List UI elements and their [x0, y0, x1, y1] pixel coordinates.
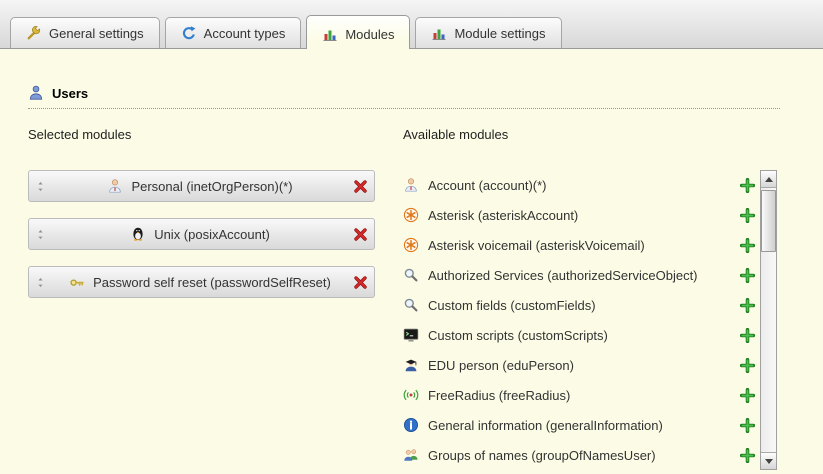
- available-module-row: General information (generalInformation): [403, 410, 755, 440]
- available-module-label: Custom fields (customFields): [428, 298, 596, 313]
- tab-label: Module settings: [454, 26, 545, 41]
- available-module-label: Authorized Services (authorizedServiceOb…: [428, 268, 698, 283]
- available-modules-label: Available modules: [403, 127, 777, 142]
- section-title: Users: [52, 86, 88, 101]
- available-module-label: FreeRadius (freeRadius): [428, 388, 570, 403]
- section-users-header: Users: [28, 85, 780, 109]
- available-module-label: Account (account)(*): [428, 178, 547, 193]
- account-types-icon: [181, 25, 197, 41]
- selected-modules-label: Selected modules: [28, 127, 375, 142]
- tab-modules[interactable]: Modules: [306, 15, 410, 49]
- magnifier-icon: [403, 267, 419, 283]
- scrollbar-down-button[interactable]: [761, 452, 776, 469]
- tab-general-settings[interactable]: General settings: [10, 17, 160, 48]
- tab-label: General settings: [49, 26, 144, 41]
- drag-handle-icon[interactable]: [35, 275, 47, 290]
- modules-chart-icon: [431, 25, 447, 41]
- available-module-row: Groups of names (groupOfNamesUser): [403, 440, 755, 470]
- tab-bar: General settings Account types Modules Modu…: [0, 0, 823, 49]
- drag-handle-icon[interactable]: [35, 227, 47, 242]
- person-icon: [403, 177, 419, 193]
- selected-module-row: Unix (posixAccount): [28, 218, 375, 250]
- add-module-button[interactable]: [740, 178, 755, 193]
- asterisk-icon: [403, 207, 419, 223]
- wrench-icon: [26, 25, 42, 41]
- content: Users Selected modules Personal (inetOrg…: [0, 49, 823, 470]
- selected-modules-column: Selected modules Personal (inetOrgPerson…: [28, 127, 375, 470]
- available-modules-list: Account (account)(*) Asterisk (asteriskAc…: [403, 170, 755, 470]
- available-module-label: Custom scripts (customScripts): [428, 328, 608, 343]
- available-module-row: Asterisk voicemail (asteriskVoicemail): [403, 230, 755, 260]
- available-module-row: FreeRadius (freeRadius): [403, 380, 755, 410]
- available-module-row: Custom fields (customFields): [403, 290, 755, 320]
- remove-module-button[interactable]: [353, 179, 368, 194]
- selected-module-label: Unix (posixAccount): [154, 227, 270, 242]
- available-module-label: Groups of names (groupOfNamesUser): [428, 448, 656, 463]
- info-icon: [403, 417, 419, 433]
- add-module-button[interactable]: [740, 418, 755, 433]
- add-module-button[interactable]: [740, 208, 755, 223]
- add-module-button[interactable]: [740, 238, 755, 253]
- tab-module-settings[interactable]: Module settings: [415, 17, 561, 48]
- add-module-button[interactable]: [740, 448, 755, 463]
- add-module-button[interactable]: [740, 328, 755, 343]
- add-module-button[interactable]: [740, 388, 755, 403]
- available-module-row: Authorized Services (authorizedServiceOb…: [403, 260, 755, 290]
- selected-module-label: Password self reset (passwordSelfReset): [93, 275, 331, 290]
- magnifier-icon: [403, 297, 419, 313]
- scrollbar-track[interactable]: [761, 188, 776, 452]
- available-module-label: Asterisk (asteriskAccount): [428, 208, 578, 223]
- available-module-label: Asterisk voicemail (asteriskVoicemail): [428, 238, 645, 253]
- selected-module-row: Password self reset (passwordSelfReset): [28, 266, 375, 298]
- modules-columns: Selected modules Personal (inetOrgPerson…: [28, 127, 823, 470]
- selected-modules-list: Personal (inetOrgPerson)(*) Unix (posixAc…: [28, 170, 375, 298]
- person-icon: [107, 178, 123, 194]
- available-module-label: EDU person (eduPerson): [428, 358, 574, 373]
- group-icon: [403, 447, 419, 463]
- remove-module-button[interactable]: [353, 227, 368, 242]
- penguin-icon: [130, 226, 146, 242]
- available-module-label: General information (generalInformation): [428, 418, 663, 433]
- available-module-row: EDU person (eduPerson): [403, 350, 755, 380]
- remove-module-button[interactable]: [353, 275, 368, 290]
- user-icon: [28, 85, 44, 101]
- available-module-row: Account (account)(*): [403, 170, 755, 200]
- antenna-icon: [403, 387, 419, 403]
- scrollbar-thumb[interactable]: [761, 190, 776, 252]
- available-modules-column: Available modules Account (account)(*) As…: [403, 127, 777, 470]
- available-module-row: Custom scripts (customScripts): [403, 320, 755, 350]
- key-icon: [69, 274, 85, 290]
- graduate-icon: [403, 357, 419, 373]
- selected-module-row: Personal (inetOrgPerson)(*): [28, 170, 375, 202]
- arrow-up-icon: [765, 177, 773, 182]
- drag-handle-icon[interactable]: [35, 179, 47, 194]
- add-module-button[interactable]: [740, 268, 755, 283]
- scrollbar: [760, 170, 777, 470]
- scrollbar-up-button[interactable]: [761, 171, 776, 188]
- add-module-button[interactable]: [740, 298, 755, 313]
- terminal-icon: [403, 327, 419, 343]
- add-module-button[interactable]: [740, 358, 755, 373]
- asterisk-icon: [403, 237, 419, 253]
- selected-module-label: Personal (inetOrgPerson)(*): [131, 179, 292, 194]
- tab-account-types[interactable]: Account types: [165, 17, 302, 48]
- tab-label: Modules: [345, 27, 394, 42]
- arrow-down-icon: [765, 459, 773, 464]
- modules-chart-icon: [322, 26, 338, 42]
- available-module-row: Asterisk (asteriskAccount): [403, 200, 755, 230]
- tab-label: Account types: [204, 26, 286, 41]
